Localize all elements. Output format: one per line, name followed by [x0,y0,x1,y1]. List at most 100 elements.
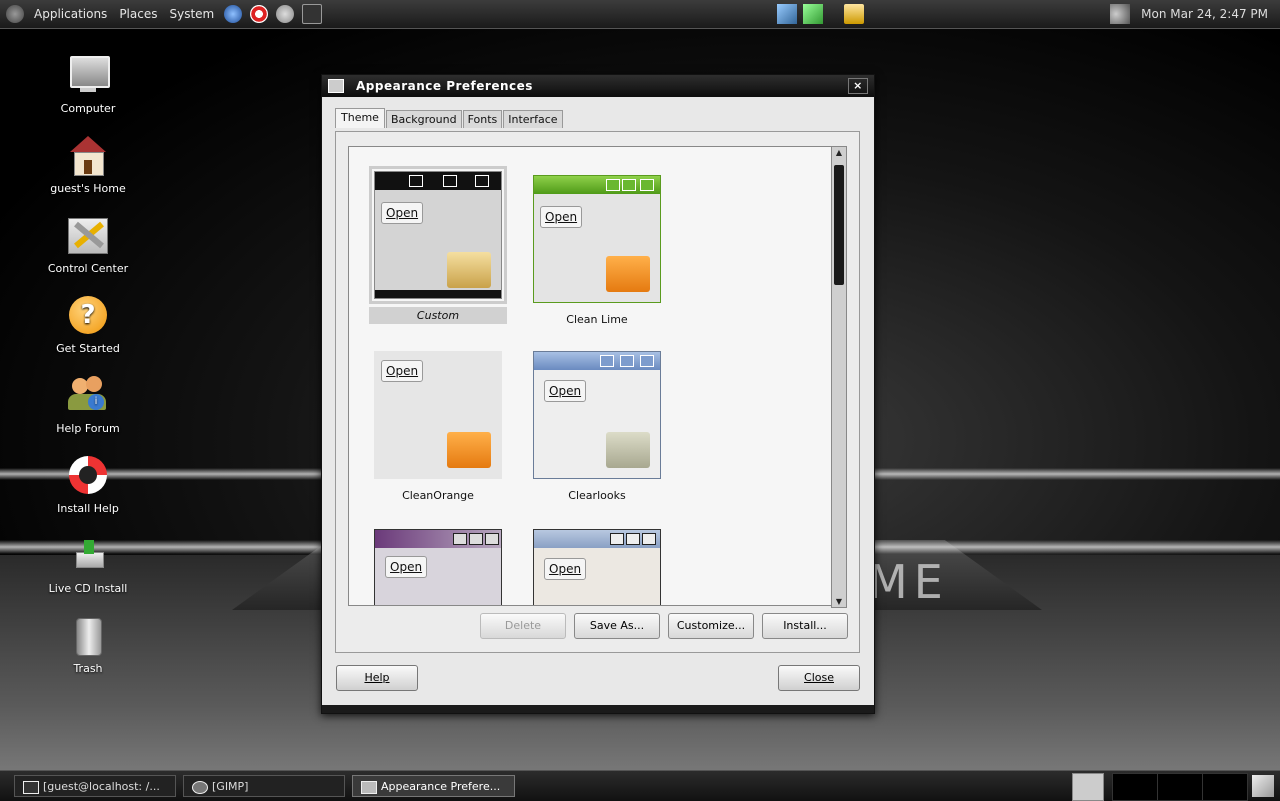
home-icon [66,134,110,178]
tab-fonts[interactable]: Fonts [462,110,503,128]
desktop-icon-label: Control Center [47,262,129,275]
preview-open-button: Open [381,360,424,382]
desktop-icon-get-started[interactable]: ? Get Started [38,294,138,355]
customize-button[interactable]: Customize... [668,613,754,639]
volume-icon[interactable] [1110,4,1131,24]
clipboard-icon[interactable] [844,4,865,24]
desktop-icon-label: Live CD Install [48,582,128,595]
gimp-icon [192,781,208,794]
workspace-2[interactable] [1157,773,1203,801]
preview-open-button: Open [544,558,587,580]
theme-item-clearlooks[interactable]: Open Clearlooks [528,351,666,502]
computer-icon [66,54,110,98]
window-app-icon [328,79,344,93]
trash-applet-icon[interactable] [1252,775,1274,797]
theme-preview: Open [374,351,502,479]
scroll-up-arrow-icon[interactable]: ▲ [834,148,844,157]
theme-preview: Open [369,166,507,304]
preview-open-button: Open [381,202,424,224]
scrollbar-thumb[interactable] [834,165,844,285]
delete-button[interactable]: Delete [480,613,566,639]
window-close-icon[interactable]: × [848,78,868,94]
theme-name: CleanOrange [402,489,474,502]
theme-item-custom[interactable]: Open Custom [369,166,507,324]
theme-list[interactable]: Open Custom Open Clean Lime Open CleanOr… [348,146,833,606]
email-launcher-icon[interactable] [276,5,295,23]
show-desktop-icon[interactable] [1072,773,1104,801]
theme-item-blue-grey[interactable]: Open [528,529,666,605]
workspace-1[interactable] [1112,773,1158,801]
menu-system[interactable]: System [163,7,220,21]
theme-name: Clean Lime [566,313,628,326]
terminal-icon [23,781,39,794]
desktop-icon-computer[interactable]: Computer [38,54,138,115]
taskbar-item-terminal[interactable]: [guest@localhost: /... [14,775,176,797]
preview-open-button: Open [385,556,428,578]
top-panel: Applications Places System Mon Mar 24, 2… [0,0,1280,29]
taskbar-item-label: [guest@localhost: /... [43,780,160,793]
menu-places[interactable]: Places [113,7,163,21]
clock[interactable]: Mon Mar 24, 2:47 PM [1141,7,1268,21]
taskbar-item-gimp[interactable]: [GIMP] [183,775,345,797]
folder-icon [447,252,491,288]
desktop-icon-help-forum[interactable]: i Help Forum [38,374,138,435]
control-center-icon [66,214,110,258]
theme-name: Custom [369,307,507,324]
help-button[interactable]: Help [336,665,418,691]
desktop-icon-live-cd-install[interactable]: Live CD Install [38,534,138,595]
tab-theme[interactable]: Theme [335,108,385,128]
install-button[interactable]: Install... [762,613,848,639]
desktop-icon-label: guest's Home [50,182,126,195]
desktop-icon-label: Help Forum [56,422,120,435]
theme-item-cleanorange[interactable]: Open CleanOrange [369,351,507,502]
theme-preview: Open [533,529,661,605]
help-forum-icon: i [66,374,110,418]
desktop-icon-label: Install Help [57,502,119,515]
theme-name: Clearlooks [568,489,626,502]
theme-preview: Open [533,351,661,479]
window-titlebar[interactable]: Appearance Preferences × [322,75,874,97]
wallpaper-logo-text: ME [868,555,949,609]
desktop-icon-home[interactable]: guest's Home [38,134,138,195]
save-as-button[interactable]: Save As... [574,613,660,639]
theme-list-scrollbar[interactable]: ▲ ▼ [831,146,847,608]
folder-icon [606,256,650,292]
trash-icon [66,614,110,658]
theme-preview: Open [374,529,502,605]
install-icon [66,534,110,578]
window-title: Appearance Preferences [356,79,533,93]
menu-applications[interactable]: Applications [28,7,113,21]
gnome-foot-icon[interactable] [6,5,24,23]
help-launcher-icon[interactable] [250,5,269,23]
theme-preview: Open [533,175,661,303]
browser-launcher-icon[interactable] [224,5,243,23]
scroll-down-arrow-icon[interactable]: ▼ [834,597,844,606]
lifebuoy-icon [66,454,110,498]
preview-open-button: Open [544,380,587,402]
network-icon[interactable] [803,4,824,24]
taskbar-item-label: [GIMP] [212,780,249,793]
workspace-3[interactable] [1202,773,1248,801]
desktop-icon-control-center[interactable]: Control Center [38,214,138,275]
folder-icon [606,432,650,468]
tab-background[interactable]: Background [385,110,462,128]
desktop-icon-label: Computer [60,102,116,115]
desktop-icon-trash[interactable]: Trash [38,614,138,675]
help-question-icon: ? [66,294,110,338]
bottom-panel: [guest@localhost: /... [GIMP] Appearance… [0,770,1280,801]
update-notifier-icon[interactable] [777,4,798,24]
theme-item-clean-lime[interactable]: Open Clean Lime [528,175,666,326]
close-button[interactable]: Close [778,665,860,691]
taskbar-item-appearance[interactable]: Appearance Prefere... [352,775,515,797]
desktop-icon-label: Get Started [56,342,120,355]
theme-tab-panel: Open Custom Open Clean Lime Open CleanOr… [335,131,860,653]
appearance-icon [361,781,377,794]
preview-open-button: Open [540,206,583,228]
terminal-launcher-icon[interactable] [302,4,323,24]
tab-bar: Theme Background Fonts Interface [335,108,564,128]
desktop-icon-install-help[interactable]: Install Help [38,454,138,515]
taskbar-item-label: Appearance Prefere... [381,780,501,793]
tab-interface[interactable]: Interface [503,110,563,128]
theme-item-purple[interactable]: Open [369,529,507,605]
appearance-preferences-window: Appearance Preferences × Theme Backgroun… [321,74,875,714]
